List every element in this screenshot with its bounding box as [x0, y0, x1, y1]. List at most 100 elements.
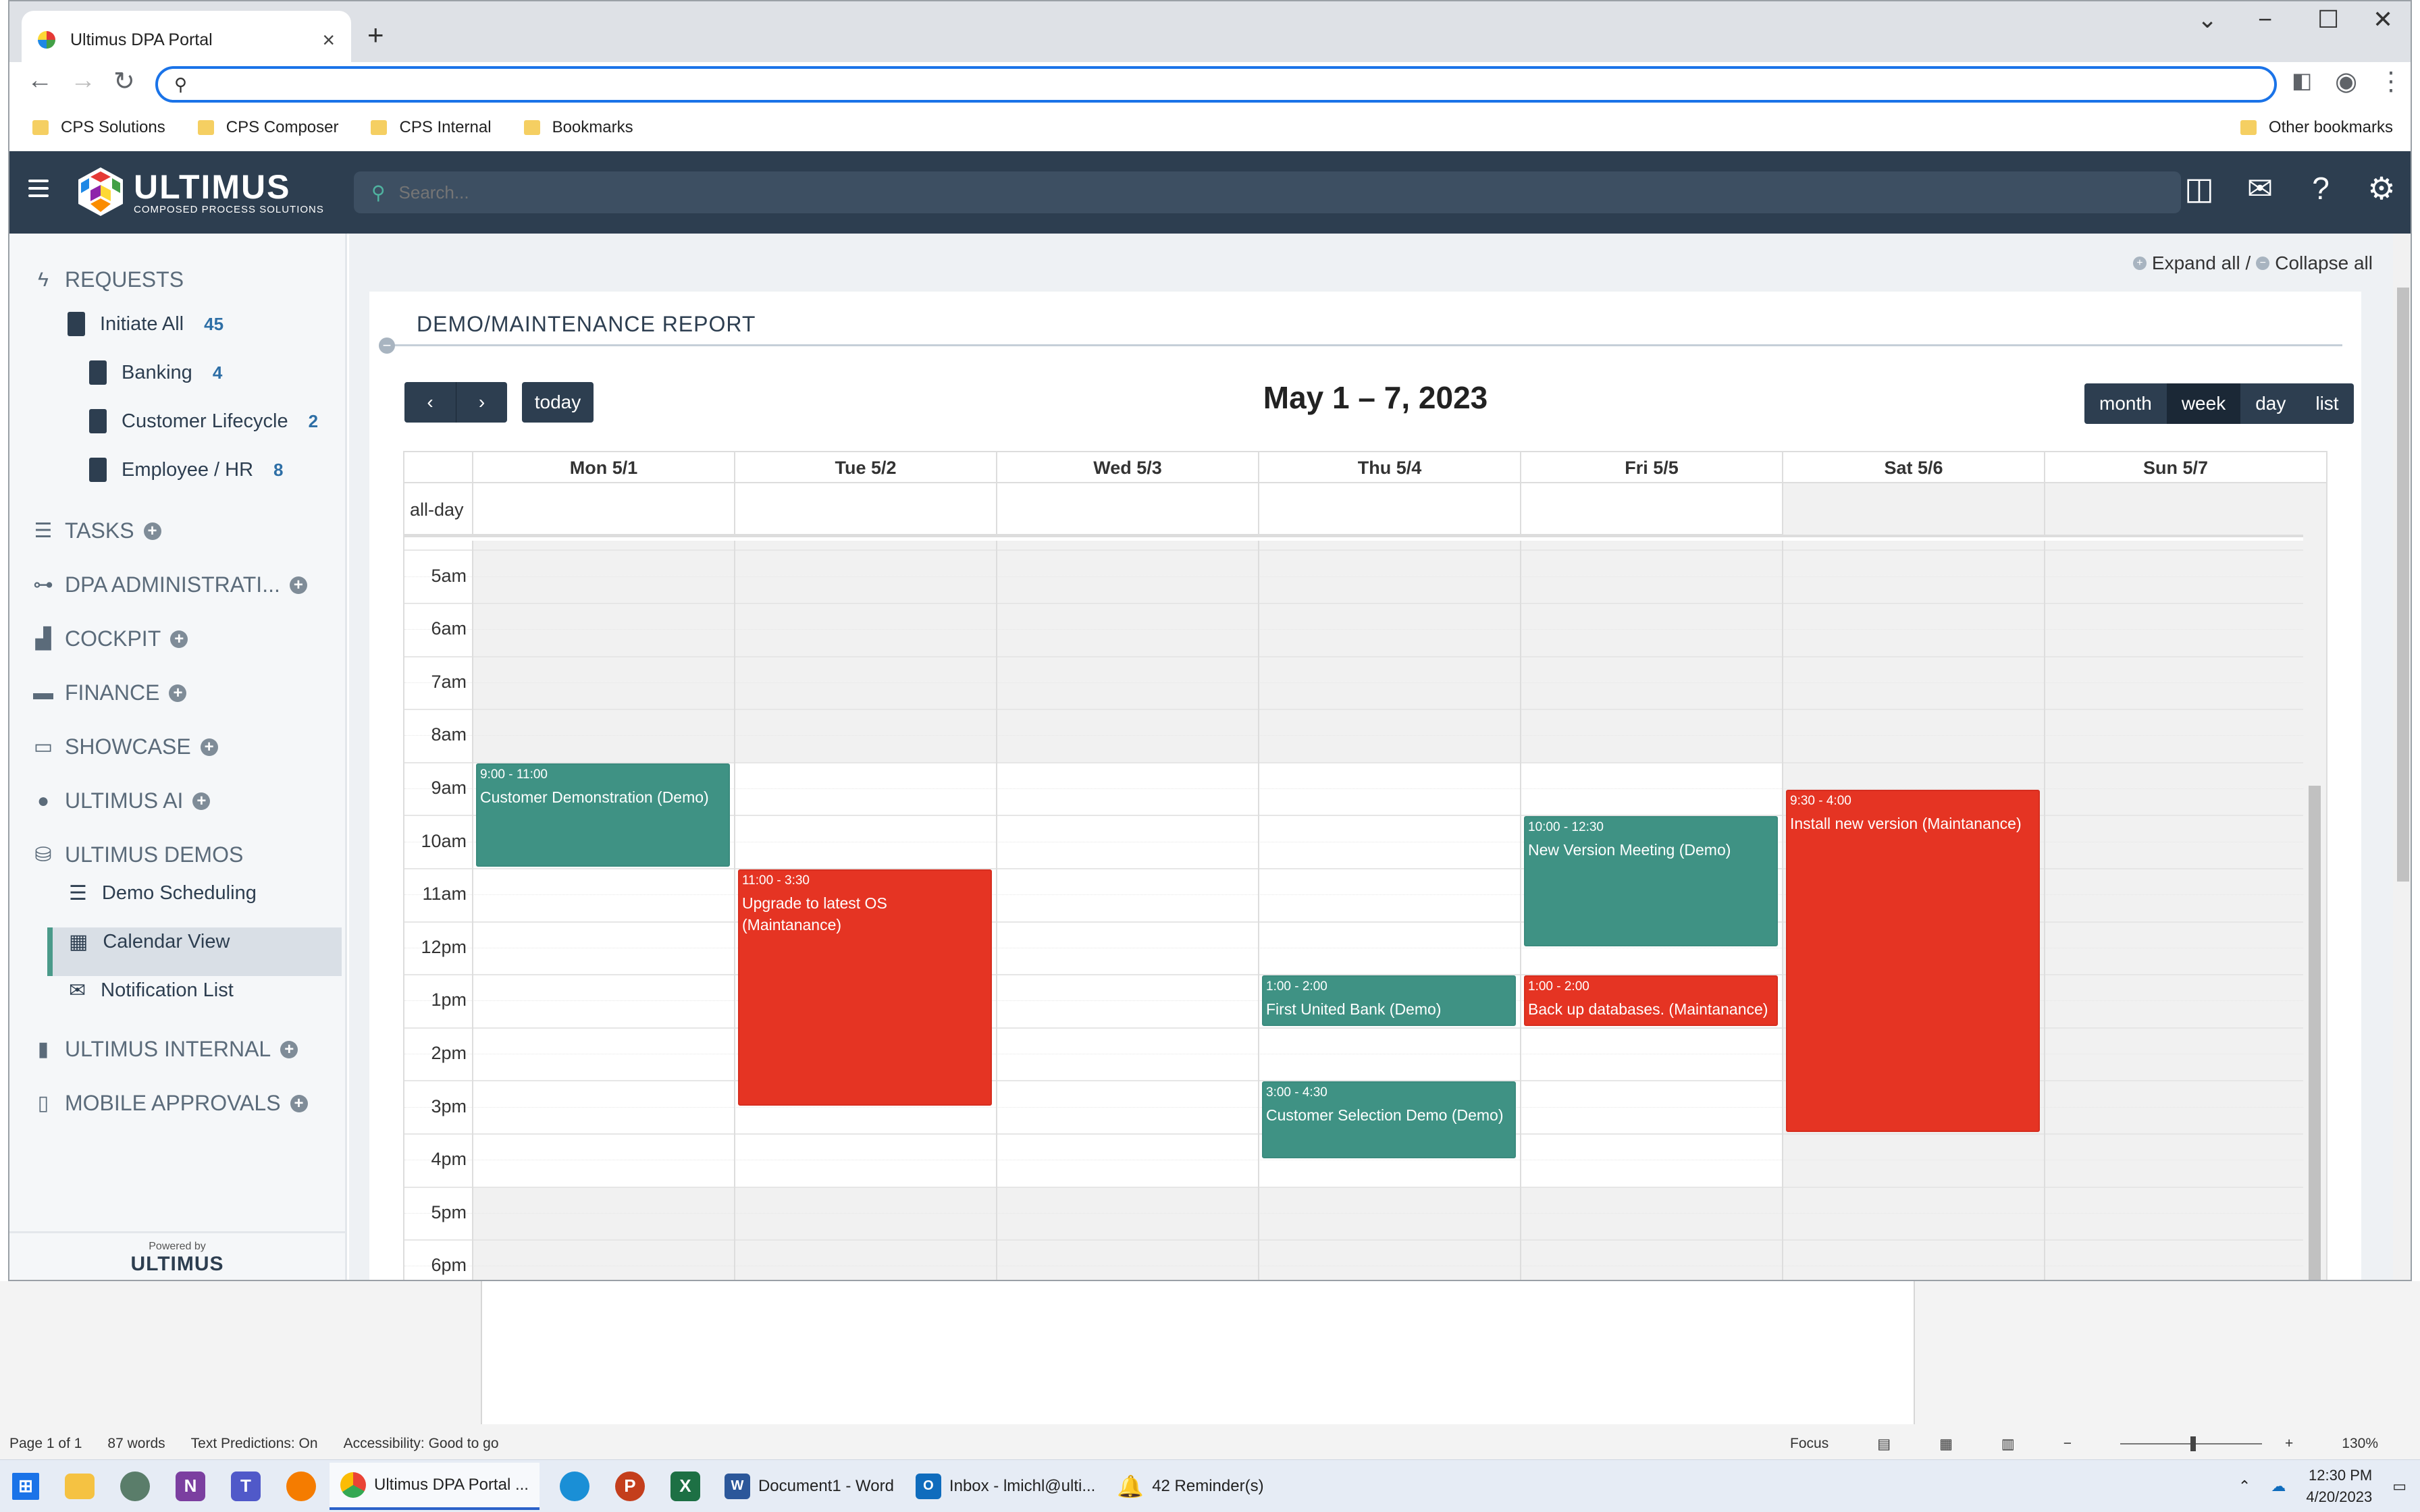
day-header[interactable]: Fri 5/5 [1520, 452, 1782, 483]
tab-search-icon[interactable]: ⌄ [2197, 5, 2217, 34]
file-explorer-icon[interactable] [65, 1473, 95, 1499]
sidebar-section-cockpit[interactable]: ▟ COCKPIT + [31, 626, 188, 651]
side-panel-icon[interactable]: ◧ [2292, 68, 2312, 93]
globe-app-icon[interactable] [120, 1471, 150, 1501]
expand-icon[interactable]: + [2132, 256, 2147, 270]
calendar-scroll-thumb[interactable] [2309, 786, 2321, 1280]
chevron-up-icon[interactable]: ⌃ [2238, 1478, 2251, 1495]
windows-start-icon[interactable]: ⊞ [12, 1472, 39, 1500]
calendar-event[interactable]: 9:30 - 4:00 Install new version (Maintana… [1786, 790, 2040, 1132]
day-header[interactable]: Sun 5/7 [2044, 452, 2306, 483]
minimize-icon[interactable]: − [2258, 5, 2272, 34]
word-focus-button[interactable]: Focus [1790, 1436, 1829, 1452]
settings-gear-icon[interactable]: ⚙ [2365, 171, 2398, 206]
sidebar-section-showcase[interactable]: ▭ SHOWCASE + [31, 734, 218, 759]
weekend-all-day-cell[interactable] [2045, 483, 2306, 535]
calendar-event[interactable]: 1:00 - 2:00 Back up databases. (Maintanan… [1524, 975, 1778, 1026]
expand-plus-icon[interactable]: + [192, 792, 211, 810]
zoom-in-icon[interactable]: + [2285, 1436, 2293, 1452]
other-bookmarks[interactable]: Other bookmarks [2240, 118, 2393, 137]
panel-collapse-icon[interactable]: − [379, 338, 395, 354]
word-text-predictions[interactable]: Text Predictions: On [191, 1436, 318, 1452]
bookmark-folder[interactable]: CPS Solutions [32, 118, 165, 137]
new-tab-icon[interactable]: + [367, 19, 384, 51]
view-month-button[interactable]: month [2084, 383, 2167, 424]
forward-icon[interactable]: → [70, 66, 96, 95]
page-scrollbar[interactable] [2393, 234, 2411, 1280]
notification-icon[interactable]: ▭ [2392, 1478, 2406, 1495]
maximize-icon[interactable]: ☐ [2317, 5, 2339, 34]
view-day-button[interactable]: day [2240, 383, 2301, 424]
calendar-scrollbar[interactable] [2303, 483, 2326, 1280]
excel-icon[interactable]: X [670, 1471, 700, 1501]
word-document-page[interactable] [481, 1281, 1915, 1424]
day-header[interactable]: Thu 5/4 [1258, 452, 1520, 483]
window-close-icon[interactable]: ✕ [2373, 5, 2393, 34]
taskbar-reminders[interactable]: 🔔 42 Reminder(s) [1106, 1463, 1274, 1510]
day-header[interactable]: Mon 5/1 [472, 452, 734, 483]
app-search-bar[interactable]: ⚲ [354, 171, 2181, 213]
sidebar-section-ultimus-ai[interactable]: ● ULTIMUS AI + [31, 788, 211, 813]
sidebar-item-employee-hr[interactable]: Employee / HR 8 [89, 458, 283, 482]
prev-week-button[interactable]: ‹ [404, 382, 456, 423]
view-week-button[interactable]: week [2166, 383, 2241, 424]
tab-close-icon[interactable]: × [322, 28, 335, 53]
sidebar-section-mobile-approvals[interactable]: ▯ MOBILE APPROVALS + [31, 1091, 308, 1116]
ultimus-logo[interactable]: ULTIMUS COMPOSED PROCESS SOLUTIONS [76, 165, 324, 217]
sidebar-item-notification-list[interactable]: ✉ Notification List [69, 979, 234, 1002]
today-button[interactable]: today [522, 382, 594, 423]
word-accessibility[interactable]: Accessibility: Good to go [344, 1436, 499, 1452]
hamburger-menu-icon[interactable] [28, 180, 49, 202]
calendar-event[interactable]: 11:00 - 3:30 Upgrade to latest OS (Mainta… [738, 869, 992, 1106]
expand-all-link[interactable]: Expand all / [2152, 252, 2251, 274]
zoom-out-icon[interactable]: − [2063, 1436, 2072, 1452]
onedrive-icon[interactable]: ☁ [2271, 1478, 2286, 1495]
taskbar-outlook-app[interactable]: O Inbox - lmichl@ulti... [905, 1463, 1106, 1510]
sidebar-item-customer-lifecycle[interactable]: Customer Lifecycle 2 [89, 409, 318, 433]
clock[interactable]: 12:30 PM 4/20/2023 [2306, 1465, 2372, 1508]
sidebar-section-requests[interactable]: ϟ REQUESTS [31, 267, 184, 292]
next-week-button[interactable]: › [456, 382, 507, 423]
sidebar-section-ultimus-internal[interactable]: ▮ ULTIMUS INTERNAL + [31, 1037, 298, 1062]
powerpoint-icon[interactable]: P [614, 1471, 645, 1501]
expand-plus-icon[interactable]: + [290, 1094, 308, 1112]
word-zoom-level[interactable]: 130% [2342, 1436, 2378, 1452]
word-page-count[interactable]: Page 1 of 1 [9, 1436, 82, 1452]
collapse-icon[interactable]: − [2256, 256, 2270, 270]
read-mode-icon[interactable]: ▤ [1877, 1436, 1891, 1453]
onenote-icon[interactable]: N [176, 1471, 205, 1501]
sidebar-section-finance[interactable]: ▬ FINANCE + [31, 680, 187, 705]
sidebar-item-initiate-all[interactable]: Initiate All 45 [68, 312, 223, 336]
weekend-all-day-cell[interactable] [1783, 483, 2044, 535]
expand-plus-icon[interactable]: + [170, 630, 188, 648]
address-bar[interactable]: ⚲ [155, 66, 2277, 103]
view-list-button[interactable]: list [2300, 383, 2354, 424]
page-scroll-thumb[interactable] [2397, 288, 2409, 882]
expand-plus-icon[interactable]: + [169, 684, 187, 702]
bookmark-folder[interactable]: CPS Internal [371, 118, 492, 137]
calendar-event[interactable]: 3:00 - 4:30 Customer Selection Demo (Demo… [1262, 1081, 1516, 1159]
inbox-icon[interactable]: ✉ [2243, 171, 2277, 206]
bookmark-folder[interactable]: CPS Composer [197, 118, 338, 137]
help-icon[interactable]: ? [2304, 171, 2338, 206]
sidebar-section-tasks[interactable]: ☰ TASKS + [31, 518, 161, 543]
sidebar-item-banking[interactable]: Banking 4 [89, 360, 222, 385]
browser-tab[interactable]: Ultimus DPA Portal × [22, 11, 351, 69]
taskbar-chrome-app[interactable]: Ultimus DPA Portal ... [330, 1462, 540, 1510]
firefox-icon[interactable] [286, 1471, 316, 1501]
word-word-count[interactable]: 87 words [107, 1436, 165, 1452]
expand-plus-icon[interactable]: + [289, 576, 307, 594]
back-icon[interactable]: ← [27, 66, 53, 95]
calendar-event[interactable]: 1:00 - 2:00 First United Bank (Demo) [1262, 975, 1516, 1026]
sidebar-section-dpa-administration[interactable]: ⊶ DPA ADMINISTRATI... + [31, 572, 307, 597]
app-search-input[interactable] [398, 182, 2181, 203]
expand-plus-icon[interactable]: + [143, 522, 161, 540]
teams-icon[interactable]: T [231, 1471, 261, 1501]
calendar-event[interactable]: 9:00 - 11:00 Customer Demonstration (Demo… [476, 763, 730, 867]
expand-plus-icon[interactable]: + [280, 1040, 298, 1058]
address-input[interactable] [201, 74, 2274, 95]
print-layout-icon[interactable]: ▦ [1939, 1436, 1953, 1453]
reload-icon[interactable]: ↻ [113, 66, 135, 97]
sidebar-section-ultimus-demos[interactable]: ⛁ ULTIMUS DEMOS [31, 842, 243, 867]
day-header[interactable]: Sat 5/6 [1782, 452, 2044, 483]
